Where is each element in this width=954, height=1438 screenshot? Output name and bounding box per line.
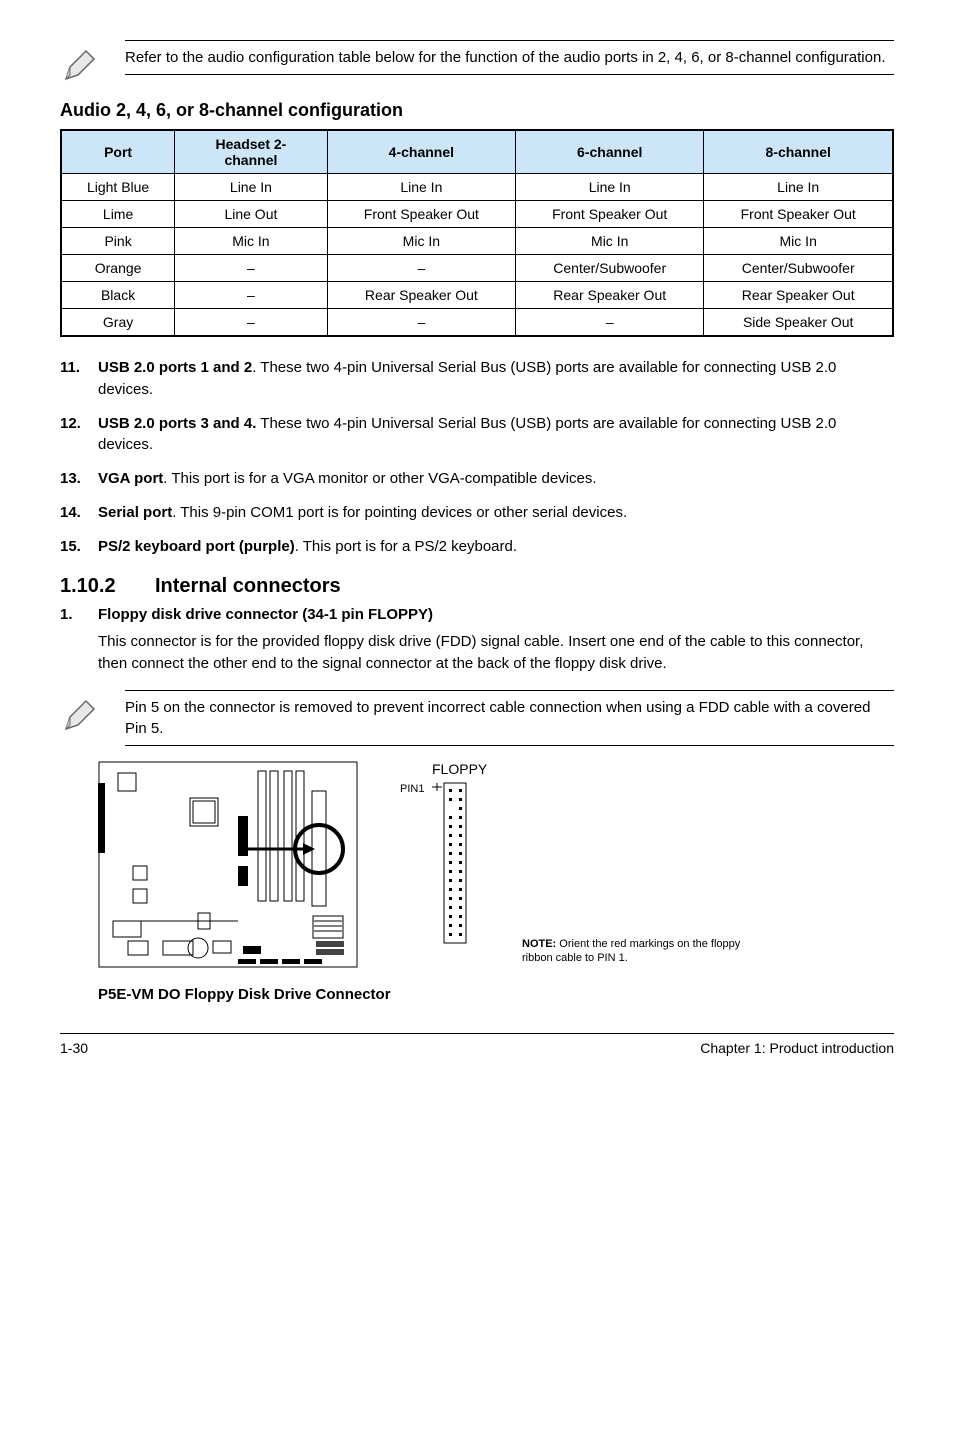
item-text: . This 9-pin COM1 port is for pointing d…: [172, 504, 627, 521]
item-number: 13.: [60, 468, 98, 490]
cell: Line Out: [175, 201, 327, 228]
list-item: 12. USB 2.0 ports 3 and 4. These two 4-p…: [60, 413, 894, 457]
th-4ch: 4-channel: [327, 130, 515, 174]
note-text: Refer to the audio configuration table b…: [125, 40, 894, 75]
table-row: Black – Rear Speaker Out Rear Speaker Ou…: [61, 282, 893, 309]
section-number: 1.10.2: [60, 575, 155, 598]
list-item: 13. VGA port. This port is for a VGA mon…: [60, 468, 894, 490]
item-number: 12.: [60, 413, 98, 457]
cell: Mic In: [175, 228, 327, 255]
item-body: Serial port. This 9-pin COM1 port is for…: [98, 502, 894, 524]
cell: –: [175, 282, 327, 309]
page-footer: 1-30 Chapter 1: Product introduction: [60, 1033, 894, 1056]
cell: Front Speaker Out: [516, 201, 704, 228]
cell: –: [516, 309, 704, 337]
table-row: Orange – – Center/Subwoofer Center/Subwo…: [61, 255, 893, 282]
sub-number: 1.: [60, 606, 98, 623]
list-item: 14. Serial port. This 9-pin COM1 port is…: [60, 502, 894, 524]
chapter-label: Chapter 1: Product introduction: [700, 1040, 894, 1056]
cell: Rear Speaker Out: [327, 282, 515, 309]
th-8ch: 8-channel: [704, 130, 893, 174]
page-number: 1-30: [60, 1040, 88, 1056]
floppy-diagram: P5E-VM DO FLOPPY PIN1: [98, 761, 894, 1003]
cell: Gray: [61, 309, 175, 337]
table-row: Gray – – – Side Speaker Out: [61, 309, 893, 337]
cell: –: [327, 255, 515, 282]
subsection-item: 1. Floppy disk drive connector (34-1 pin…: [60, 606, 894, 623]
list-item: 11. USB 2.0 ports 1 and 2. These two 4-p…: [60, 357, 894, 401]
cell: Center/Subwoofer: [516, 255, 704, 282]
cell: Line In: [516, 174, 704, 201]
cell: Line In: [704, 174, 893, 201]
floppy-label: FLOPPY: [432, 761, 492, 777]
item-bold: Serial port: [98, 504, 172, 521]
cell: Center/Subwoofer: [704, 255, 893, 282]
item-number: 15.: [60, 536, 98, 558]
cell: –: [175, 309, 327, 337]
item-text: . This port is for a VGA monitor or othe…: [163, 470, 596, 487]
cell: Front Speaker Out: [327, 201, 515, 228]
item-body: USB 2.0 ports 3 and 4. These two 4-pin U…: [98, 413, 894, 457]
section-title: Internal connectors: [155, 575, 341, 597]
note-callout: Refer to the audio configuration table b…: [60, 40, 894, 85]
cell: Orange: [61, 255, 175, 282]
note-text: Pin 5 on the connector is removed to pre…: [125, 690, 894, 746]
item-number: 11.: [60, 357, 98, 401]
th-port: Port: [61, 130, 175, 174]
orient-bold: NOTE:: [522, 938, 556, 950]
floppy-connector-detail: FLOPPY PIN1: [388, 761, 492, 946]
cell: Front Speaker Out: [704, 201, 893, 228]
th-6ch: 6-channel: [516, 130, 704, 174]
subsection-text: This connector is for the provided flopp…: [98, 631, 894, 675]
item-bold: PS/2 keyboard port (purple): [98, 538, 295, 555]
cell: Mic In: [327, 228, 515, 255]
section-heading: 1.10.2Internal connectors: [60, 575, 894, 598]
cell: Side Speaker Out: [704, 309, 893, 337]
cell: Light Blue: [61, 174, 175, 201]
table-row: Light Blue Line In Line In Line In Line …: [61, 174, 893, 201]
cell: –: [327, 309, 515, 337]
svg-text:P5E-VM DO: P5E-VM DO: [234, 813, 240, 841]
cell: Black: [61, 282, 175, 309]
th-2ch-text: Headset 2-channel: [206, 136, 296, 168]
cell: Mic In: [704, 228, 893, 255]
item-number: 14.: [60, 502, 98, 524]
diagram-caption: P5E-VM DO Floppy Disk Drive Connector: [98, 986, 894, 1003]
item-bold: VGA port: [98, 470, 163, 487]
list-item: 15. PS/2 keyboard port (purple). This po…: [60, 536, 894, 558]
orient-note: NOTE: Orient the red markings on the flo…: [522, 929, 742, 966]
motherboard-schematic-icon: P5E-VM DO: [98, 761, 358, 976]
cell: Mic In: [516, 228, 704, 255]
table-row: Lime Line Out Front Speaker Out Front Sp…: [61, 201, 893, 228]
item-text: . This port is for a PS/2 keyboard.: [295, 538, 517, 555]
item-body: USB 2.0 ports 1 and 2. These two 4-pin U…: [98, 357, 894, 401]
cell: Rear Speaker Out: [516, 282, 704, 309]
floppy-pinout-icon: [432, 781, 492, 946]
sub-title: Floppy disk drive connector (34-1 pin FL…: [98, 606, 894, 623]
note-callout: Pin 5 on the connector is removed to pre…: [60, 690, 894, 746]
th-2ch: Headset 2-channel: [175, 130, 327, 174]
cell: Rear Speaker Out: [704, 282, 893, 309]
cell: Lime: [61, 201, 175, 228]
pin1-label: PIN1: [400, 783, 424, 795]
cell: Pink: [61, 228, 175, 255]
cell: Line In: [175, 174, 327, 201]
cell: Line In: [327, 174, 515, 201]
pencil-note-icon: [60, 40, 100, 85]
table-row: Pink Mic In Mic In Mic In Mic In: [61, 228, 893, 255]
pencil-note-icon: [60, 690, 100, 735]
item-body: VGA port. This port is for a VGA monitor…: [98, 468, 894, 490]
item-bold: USB 2.0 ports 3 and 4.: [98, 415, 256, 432]
item-body: PS/2 keyboard port (purple). This port i…: [98, 536, 894, 558]
cell: –: [175, 255, 327, 282]
audio-config-table: Port Headset 2-channel 4-channel 6-chann…: [60, 129, 894, 337]
audio-config-heading: Audio 2, 4, 6, or 8-channel configuratio…: [60, 100, 894, 121]
item-bold: USB 2.0 ports 1 and 2: [98, 359, 252, 376]
